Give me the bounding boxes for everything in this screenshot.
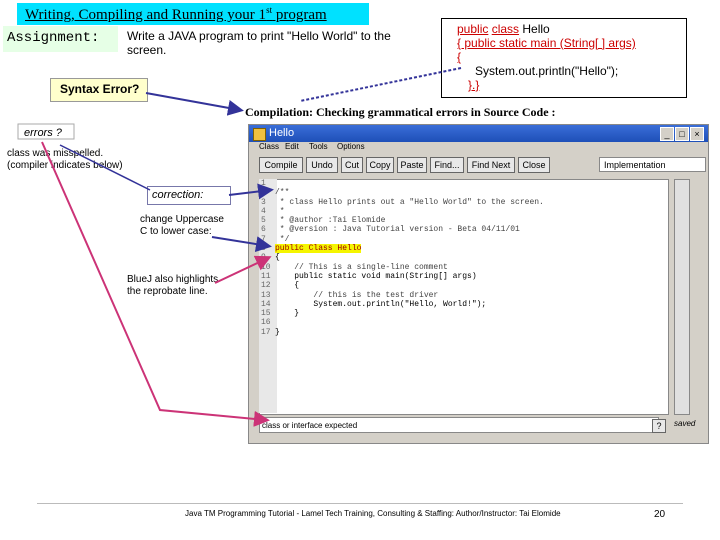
errors-callout-frame: [17, 123, 75, 140]
footer-text: Java TM Programming Tutorial - Lamel Tec…: [185, 509, 561, 518]
arrow-errors-to-status: [41, 141, 270, 427]
annotation-arrows: [17, 67, 462, 427]
arrow-code-to-compilation: [299, 67, 462, 102]
page-number: 20: [654, 509, 666, 520]
arrow-change-to-line8: [211, 236, 272, 252]
arrow-errors-to-correction: [59, 144, 151, 191]
arrow-syntax-to-compilation: [145, 92, 244, 116]
arrow-correction-to-editor: [228, 183, 274, 200]
arrow-bluej-to-highlight: [214, 255, 272, 284]
